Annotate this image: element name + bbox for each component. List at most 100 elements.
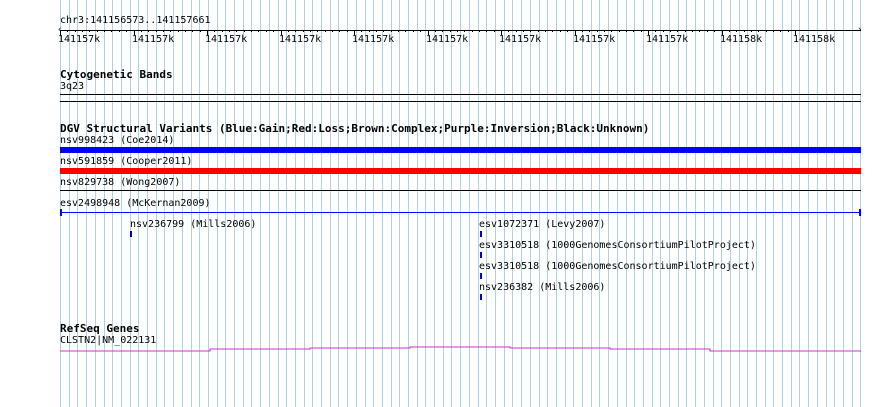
ruler-tick-label: 141157k	[426, 34, 469, 45]
dgv-small-variant-mark[interactable]	[480, 294, 482, 300]
ruler-minor-tick	[273, 30, 274, 32]
ruler-minor-tick	[141, 30, 142, 32]
ruler-location: chr3:141156573..141157661	[60, 15, 211, 26]
ruler-minor-tick	[383, 30, 384, 32]
dgv-bar-right-end	[859, 209, 861, 216]
ruler-minor-tick	[707, 30, 708, 32]
dgv-small-variant-label[interactable]: esv1072371 (Levy2007)	[479, 219, 605, 231]
ruler-minor-tick	[170, 30, 171, 32]
ruler-minor-tick	[751, 30, 752, 32]
ruler-minor-tick	[663, 30, 664, 32]
refseq-gene-label[interactable]: CLSTN2|NM_022131	[60, 335, 156, 347]
ruler-minor-tick	[582, 30, 583, 32]
ruler-minor-tick	[89, 30, 90, 32]
ruler-minor-tick	[479, 30, 480, 32]
ruler-minor-tick	[523, 30, 524, 32]
ruler-right-arrow-icon: ›	[857, 25, 863, 35]
ruler-minor-tick	[545, 30, 546, 32]
ruler-minor-tick	[288, 30, 289, 32]
cytoband-line-2	[60, 101, 861, 102]
ruler-tick-label: 141157k	[132, 34, 175, 45]
dgv-small-variant-mark[interactable]	[480, 252, 482, 258]
ruler-minor-tick	[295, 30, 296, 32]
ruler-minor-tick	[494, 30, 495, 32]
cytoband-label: 3q23	[60, 81, 85, 92]
ruler-minor-tick	[714, 30, 715, 32]
ruler-minor-tick	[450, 30, 451, 32]
ruler-minor-tick	[538, 30, 539, 32]
dgv-small-variant-mark[interactable]	[480, 273, 482, 279]
dgv-variant-label[interactable]: nsv998423 (Coe2014)	[60, 135, 174, 147]
ruler-tick-label: 141158k	[793, 34, 836, 45]
ruler-tick-label: 141157k	[499, 34, 542, 45]
dgv-variant-label[interactable]: esv2498948 (McKernan2009)	[60, 198, 211, 210]
ruler-minor-tick	[420, 30, 421, 32]
ruler-minor-tick	[626, 30, 627, 32]
ruler-minor-tick	[310, 30, 311, 32]
ruler-minor-tick	[361, 30, 362, 32]
ruler-minor-tick	[472, 30, 473, 32]
ruler-minor-tick	[266, 30, 267, 32]
ruler-minor-tick	[486, 30, 487, 32]
ruler-minor-tick	[552, 30, 553, 32]
dgv-small-variant-label[interactable]: nsv236382 (Mills2006)	[479, 282, 605, 294]
dgv-small-variant-label[interactable]: nsv236799 (Mills2006)	[130, 219, 256, 231]
refseq-track-title: RefSeq Genes	[60, 322, 140, 335]
ruler-minor-tick	[457, 30, 458, 32]
ruler-minor-tick	[604, 30, 605, 32]
dgv-gain-bar[interactable]	[60, 147, 861, 153]
ruler-minor-tick	[413, 30, 414, 32]
ruler-minor-tick	[633, 30, 634, 32]
ruler-minor-tick	[222, 30, 223, 32]
ruler-minor-tick	[236, 30, 237, 32]
dgv-gain-thin-bar[interactable]	[60, 212, 861, 213]
ruler-minor-tick	[229, 30, 230, 32]
ruler-minor-tick	[317, 30, 318, 32]
ruler-minor-tick	[788, 30, 789, 32]
ruler-tick-label: 141157k	[573, 34, 616, 45]
ruler-minor-tick	[369, 30, 370, 32]
ruler-minor-tick	[214, 30, 215, 32]
ruler-minor-tick	[641, 30, 642, 32]
ruler-minor-tick	[589, 30, 590, 32]
ruler-minor-tick	[75, 30, 76, 32]
ruler-minor-tick	[780, 30, 781, 32]
ruler-minor-tick	[508, 30, 509, 32]
dgv-small-variant-mark[interactable]	[130, 231, 132, 237]
ruler-minor-tick	[442, 30, 443, 32]
ruler-minor-tick	[692, 30, 693, 32]
dgv-variant-label[interactable]: nsv591859 (Cooper2011)	[60, 156, 192, 168]
dgv-variant-label[interactable]: nsv829738 (Wong2007)	[60, 177, 180, 189]
ruler-tick-label: 141157k	[205, 34, 248, 45]
ruler-minor-tick	[192, 30, 193, 32]
dgv-unknown-bar[interactable]	[60, 190, 861, 191]
ruler-minor-tick	[758, 30, 759, 32]
dgv-loss-bar[interactable]	[60, 168, 861, 174]
dgv-small-variant-label[interactable]: esv3310518 (1000GenomesConsortiumPilotPr…	[479, 261, 756, 273]
ruler-minor-tick	[347, 30, 348, 32]
ruler-minor-tick	[773, 30, 774, 32]
ruler-minor-tick	[619, 30, 620, 32]
ruler-minor-tick	[376, 30, 377, 32]
ruler-minor-tick	[178, 30, 179, 32]
ruler-minor-tick	[464, 30, 465, 32]
cytoband-line-1	[60, 94, 861, 95]
ruler-tick-label: 141157k	[279, 34, 322, 45]
dgv-small-variant-label[interactable]: esv3310518 (1000GenomesConsortiumPilotPr…	[479, 240, 756, 252]
dgv-small-variant-mark[interactable]	[480, 231, 482, 237]
ruler-minor-tick	[670, 30, 671, 32]
ruler-minor-tick	[82, 30, 83, 32]
ruler-minor-tick	[516, 30, 517, 32]
ruler-minor-tick	[156, 30, 157, 32]
ruler-minor-tick	[435, 30, 436, 32]
ruler-minor-tick	[391, 30, 392, 32]
ruler-tick-label: 141157k	[646, 34, 689, 45]
ruler-minor-tick	[126, 30, 127, 32]
cytobands-track-title: Cytogenetic Bands	[60, 68, 173, 81]
ruler-minor-tick	[339, 30, 340, 32]
ruler-minor-tick	[736, 30, 737, 32]
ruler-minor-tick	[244, 30, 245, 32]
ruler-minor-tick	[97, 30, 98, 32]
ruler-minor-tick	[597, 30, 598, 32]
ruler-minor-tick	[729, 30, 730, 32]
